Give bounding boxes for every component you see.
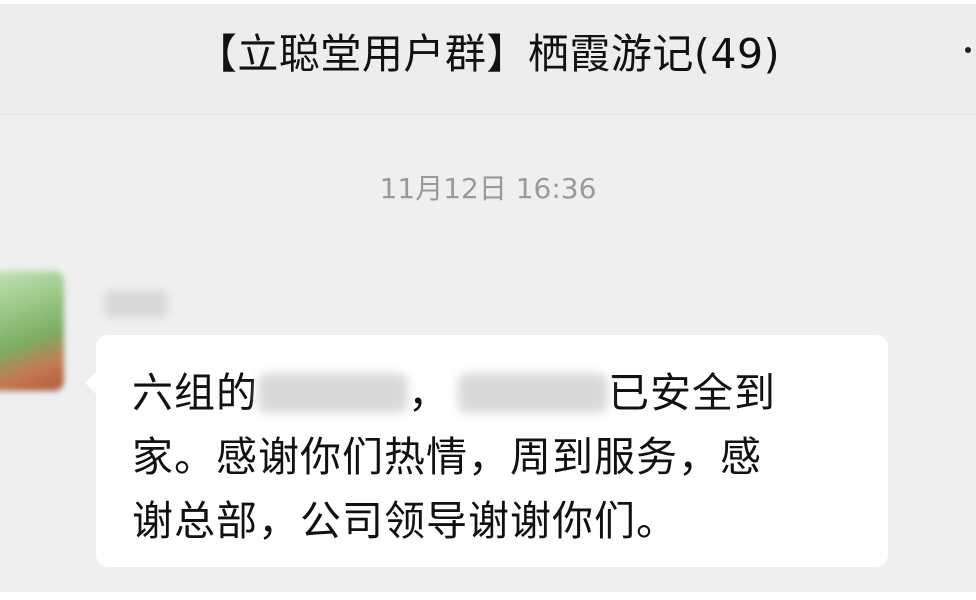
bottom-border	[0, 592, 976, 600]
sender-avatar[interactable]	[0, 271, 64, 391]
message-bubble[interactable]: 六组的 ， 已安全到 家。感谢你们热情，周到服务，感 谢总部，公司领导谢谢你们。	[85, 335, 888, 567]
chat-title[interactable]: 【立聪堂用户群】栖霞游记(49)	[0, 20, 976, 80]
message-line-3: 谢总部，公司领导谢谢你们。	[132, 497, 678, 545]
message-text-prefix: 六组的	[132, 369, 258, 417]
message-text-separator: ，	[408, 369, 450, 417]
redacted-name-1	[258, 373, 408, 413]
sender-name-redacted	[104, 291, 168, 317]
bubble-tail	[85, 371, 97, 395]
more-dots-icon[interactable]	[962, 44, 974, 56]
redacted-name-2	[458, 373, 608, 413]
message-area[interactable]: 11月12日 16:36 六组的 ， 已安全到 家。感谢你们热情，周到服务，感 谢总…	[0, 115, 976, 592]
message-timestamp: 11月12日 16:36	[379, 172, 597, 205]
message-text-suffix: 已安全到	[608, 369, 776, 417]
chat-header: 【立聪堂用户群】栖霞游记(49)	[0, 4, 976, 115]
chat-screen: 【立聪堂用户群】栖霞游记(49) 11月12日 16:36 六组的 ， 已安全到 家…	[0, 4, 976, 592]
message-line-2: 家。感谢你们热情，周到服务，感	[132, 433, 762, 481]
screenshot-frame: 【立聪堂用户群】栖霞游记(49) 11月12日 16:36 六组的 ， 已安全到 家…	[0, 0, 976, 600]
message-line-1: 六组的 ， 已安全到	[132, 361, 858, 425]
